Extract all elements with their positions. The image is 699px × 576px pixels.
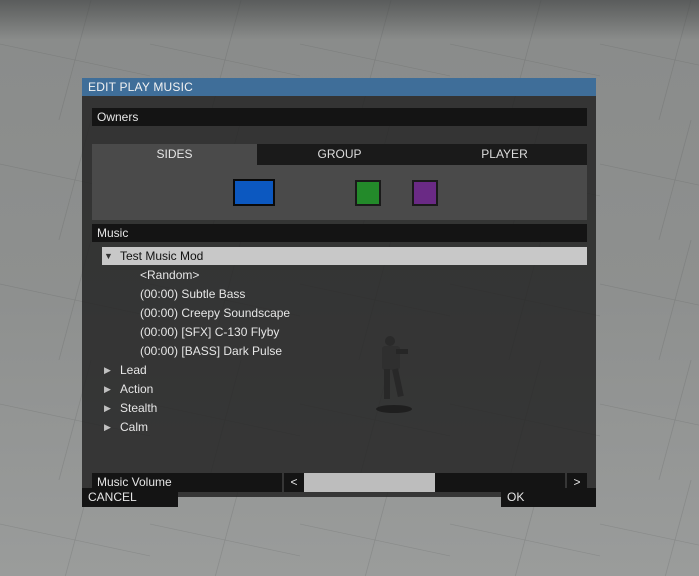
chevron-down-icon[interactable]: ▼ xyxy=(104,247,113,265)
edit-play-music-dialog: EDIT PLAY MUSIC Owners SIDES GROUP PLAYE… xyxy=(82,78,596,497)
dialog-title: EDIT PLAY MUSIC xyxy=(82,78,596,96)
tree-row-stealth[interactable]: ▶ Stealth xyxy=(102,399,302,417)
tab-sides[interactable]: SIDES xyxy=(92,144,257,165)
tree-row-label: Test Music Mod xyxy=(120,249,204,263)
tree-row-calm[interactable]: ▶ Calm xyxy=(102,418,302,436)
tree-row-c130-flyby[interactable]: (00:00) [SFX] C-130 Flyby xyxy=(140,323,279,341)
chevron-right-icon[interactable]: ▶ xyxy=(104,418,111,436)
chevron-right-icon[interactable]: ▶ xyxy=(104,361,111,379)
tree-row-label: Lead xyxy=(120,363,147,377)
tree-row-dark-pulse[interactable]: (00:00) [BASS] Dark Pulse xyxy=(140,342,282,360)
owner-sides-panel xyxy=(92,165,587,220)
tab-player[interactable]: PLAYER xyxy=(422,144,587,165)
tree-row-creepy-soundscape[interactable]: (00:00) Creepy Soundscape xyxy=(140,304,290,322)
volume-decrease-button[interactable]: < xyxy=(284,473,304,492)
chevron-right-icon[interactable]: ▶ xyxy=(104,380,111,398)
music-header: Music xyxy=(92,224,587,242)
side-blufor-swatch[interactable] xyxy=(233,179,275,206)
tab-group[interactable]: GROUP xyxy=(257,144,422,165)
tree-row-random[interactable]: <Random> xyxy=(140,266,199,284)
owners-header: Owners xyxy=(92,108,587,126)
dialog-body: Owners SIDES GROUP PLAYER Music ▼ Test M… xyxy=(82,96,596,497)
tree-row-label: Stealth xyxy=(120,401,158,415)
tree-row-label: Calm xyxy=(120,420,149,434)
chevron-right-icon[interactable]: ▶ xyxy=(104,399,111,417)
cancel-button[interactable]: CANCEL xyxy=(82,488,178,507)
tree-row-label: Action xyxy=(120,382,154,396)
tree-row-subtle-bass[interactable]: (00:00) Subtle Bass xyxy=(140,285,245,303)
side-independent-swatch[interactable] xyxy=(355,180,381,206)
volume-slider-fill xyxy=(304,473,435,492)
side-civilian-swatch[interactable] xyxy=(412,180,438,206)
tree-row-action[interactable]: ▶ Action xyxy=(102,380,302,398)
ok-button[interactable]: OK xyxy=(501,488,596,507)
tree-row-test-music-mod[interactable]: ▼ Test Music Mod xyxy=(102,247,587,265)
tree-row-lead[interactable]: ▶ Lead xyxy=(102,361,302,379)
owners-tabs: SIDES GROUP PLAYER xyxy=(92,144,587,165)
soldier-figure xyxy=(376,336,412,413)
